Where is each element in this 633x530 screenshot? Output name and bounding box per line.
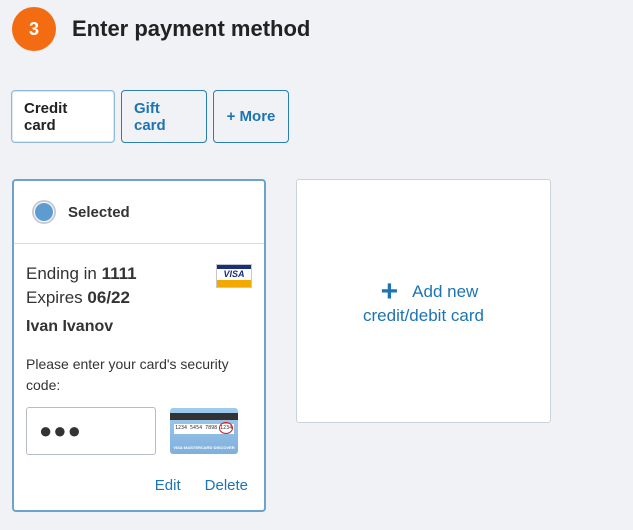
- add-card-top-line: + Add new: [369, 275, 479, 308]
- step-header: 3 Enter payment method: [12, 7, 310, 51]
- add-new-card-button[interactable]: + Add new credit/debit card: [296, 179, 551, 423]
- cvv-help-brands: VISA·MASTERCARD·DISCOVER: [173, 445, 235, 450]
- security-code-row: ●●● 1234 5454 7898 1234 VISA·MASTERCARD·…: [26, 407, 250, 455]
- step-title: Enter payment method: [72, 16, 311, 41]
- card-expiry-line: Expires 06/22: [26, 286, 250, 310]
- card-expires-value: 06/22: [87, 288, 130, 307]
- card-holder-name: Ivan Ivanov: [26, 318, 114, 335]
- saved-card-header[interactable]: Selected: [14, 181, 264, 244]
- card-expires-label: Expires: [26, 288, 83, 307]
- visa-icon: VISA: [216, 264, 252, 288]
- add-card-line2: credit/debit card: [363, 306, 484, 325]
- selected-label: Selected: [68, 203, 130, 221]
- tab-gift-card[interactable]: Gift card: [121, 90, 207, 143]
- radio-selected-dot: [35, 203, 53, 221]
- saved-card-panel[interactable]: Selected VISA Ending in 1111 Expires 06/…: [12, 179, 266, 512]
- card-select-radio[interactable]: [32, 200, 56, 224]
- security-code-prompt: Please enter your card's security code:: [26, 356, 229, 393]
- card-actions: Edit Delete: [155, 477, 248, 494]
- edit-card-link[interactable]: Edit: [155, 477, 181, 494]
- security-code-input[interactable]: ●●●: [26, 407, 156, 455]
- delete-card-link[interactable]: Delete: [205, 477, 248, 494]
- saved-card-details: VISA Ending in 1111 Expires 06/22 Ivan I…: [14, 244, 264, 455]
- tab-credit-card[interactable]: Credit card: [11, 90, 115, 143]
- card-back-cvv-icon: 1234 5454 7898 1234 VISA·MASTERCARD·DISC…: [170, 408, 238, 454]
- add-card-line1: Add new: [412, 282, 479, 301]
- step-number-badge: 3: [12, 7, 56, 51]
- payment-method-tabs: Credit card Gift card + More: [11, 90, 289, 143]
- cvv-help-circle: [219, 422, 233, 434]
- card-ending-label: Ending in: [26, 264, 97, 283]
- plus-icon: +: [380, 275, 399, 308]
- visa-brand-text: VISA: [217, 269, 251, 280]
- card-ending-digits: 1111: [101, 264, 137, 283]
- tab-more[interactable]: + More: [213, 90, 289, 143]
